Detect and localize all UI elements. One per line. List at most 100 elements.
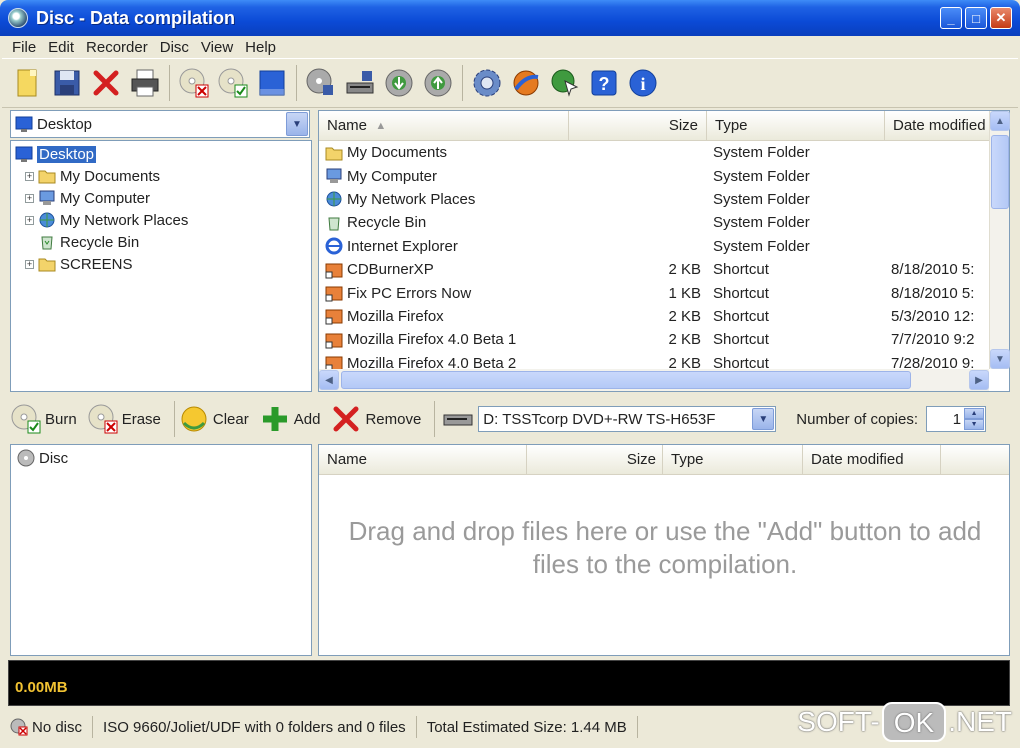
tree-item-my-documents[interactable]: + My Documents (11, 165, 311, 187)
menu-file[interactable]: File (6, 39, 42, 56)
scroll-thumb[interactable] (991, 135, 1009, 209)
help-icon[interactable]: ? (586, 65, 622, 101)
scroll-up-icon[interactable]: ▲ (990, 111, 1010, 131)
list-item[interactable]: My Network Places System Folder (319, 188, 1009, 211)
column-size[interactable]: Size (527, 445, 663, 474)
tree-item-label: My Documents (60, 167, 161, 185)
tree-item-recycle-bin[interactable]: Recycle Bin (11, 231, 311, 253)
tree-item-my-computer[interactable]: + My Computer (11, 187, 311, 209)
drive-select[interactable]: D: TSSTcorp DVD+-RW TS-H653F ▼ (478, 406, 777, 432)
clear-label: Clear (212, 410, 249, 428)
item-name: Fix PC Errors Now (347, 284, 472, 302)
chevron-down-icon[interactable]: ▼ (286, 112, 308, 136)
list-item[interactable]: Fix PC Errors Now 1 KB Shortcut 8/18/2010 5… (319, 281, 1009, 304)
web-update-icon[interactable] (508, 65, 544, 101)
minimize-button[interactable]: _ (940, 7, 962, 29)
web-help-icon[interactable] (547, 65, 583, 101)
shortcut-icon (325, 333, 343, 349)
item-name: My Documents (347, 144, 448, 162)
column-size[interactable]: Size (569, 111, 707, 140)
compilation-list[interactable]: Name Size Type Date modified Drag and dr… (318, 444, 1010, 656)
menu-view[interactable]: View (195, 39, 239, 56)
horizontal-scrollbar[interactable]: ◀ ▶ (319, 369, 989, 391)
column-type[interactable]: Type (663, 445, 803, 474)
tree-item-label: SCREENS (60, 255, 133, 273)
internet-explorer-icon (325, 237, 343, 255)
item-date: 5/3/2010 12: (891, 307, 975, 325)
location-combo[interactable]: Desktop ▼ (10, 110, 310, 138)
disc-info-icon[interactable] (303, 65, 339, 101)
write-image-icon[interactable] (420, 65, 456, 101)
save-icon[interactable] (49, 65, 85, 101)
column-name[interactable]: Name ▲ (319, 111, 569, 140)
tree-item-desktop[interactable]: Desktop (11, 143, 311, 165)
scroll-right-icon[interactable]: ▶ (969, 370, 989, 390)
svg-text:i: i (640, 74, 645, 94)
close-button[interactable]: ✕ (990, 7, 1012, 29)
app-icon (8, 8, 28, 28)
new-compilation-icon[interactable] (10, 65, 46, 101)
item-size: 2 KB (668, 261, 701, 279)
tree-item-screens[interactable]: + SCREENS (11, 253, 311, 275)
expand-icon[interactable]: + (25, 193, 34, 203)
menu-bar: File Edit Recorder Disc View Help (2, 36, 1018, 58)
desktop-icon (15, 116, 33, 132)
compilation-tree: Disc (10, 444, 312, 656)
list-item[interactable]: Mozilla Firefox 4.0 Beta 1 2 KB Shortcut 7/… (319, 328, 1009, 351)
menu-disc[interactable]: Disc (154, 39, 195, 56)
scroll-down-icon[interactable]: ▼ (990, 349, 1010, 369)
about-icon[interactable]: i (625, 65, 661, 101)
menu-edit[interactable]: Edit (42, 39, 80, 56)
copies-stepper[interactable]: 1 ▲ ▼ (926, 406, 987, 432)
column-date[interactable]: Date modified (803, 445, 941, 474)
tree-item-my-network-places[interactable]: + My Network Places (11, 209, 311, 231)
column-name[interactable]: Name (319, 445, 527, 474)
list-item[interactable]: Internet Explorer System Folder (319, 235, 1009, 258)
item-name: Internet Explorer (347, 237, 458, 255)
add-button[interactable]: Add (259, 403, 320, 435)
item-size: 2 KB (668, 331, 701, 349)
title-bar: Disc - Data compilation _ □ ✕ (0, 0, 1020, 36)
menu-recorder[interactable]: Recorder (80, 39, 154, 56)
column-date[interactable]: Date modified (885, 111, 989, 140)
chevron-down-icon[interactable]: ▼ (752, 408, 775, 430)
print-icon[interactable] (127, 65, 163, 101)
erase-button[interactable]: Erase (87, 403, 161, 435)
tree-item-label: Disc (39, 449, 69, 467)
delete-icon[interactable] (88, 65, 124, 101)
rip-audio-icon[interactable] (381, 65, 417, 101)
expand-icon[interactable]: + (25, 171, 34, 181)
list-item[interactable]: My Computer System Folder (319, 164, 1009, 187)
clear-button[interactable]: Clear (178, 403, 249, 435)
maximize-button[interactable]: □ (965, 7, 987, 29)
item-size: 1 KB (668, 284, 701, 302)
item-name: My Network Places (347, 190, 476, 208)
action-toolbar: Burn Erase Clear Add Remove D: TSSTcorp … (2, 398, 1018, 440)
list-item[interactable]: CDBurnerXP 2 KB Shortcut 8/18/2010 5: (319, 258, 1009, 281)
list-item[interactable]: Recycle Bin System Folder (319, 211, 1009, 234)
capacity-bar: 0.00MB (8, 660, 1010, 706)
column-type[interactable]: Type (707, 111, 885, 140)
remove-icon (333, 406, 359, 432)
vertical-scrollbar[interactable]: ▲ ▼ (989, 111, 1010, 369)
spin-down-icon[interactable]: ▼ (964, 419, 985, 430)
item-date: 8/18/2010 5: (891, 261, 975, 279)
expand-icon[interactable]: + (25, 259, 34, 269)
expand-icon[interactable]: + (25, 215, 34, 225)
item-type: System Folder (713, 190, 810, 208)
tree-item-disc[interactable]: Disc (11, 447, 311, 469)
select-icon[interactable] (254, 65, 290, 101)
scroll-left-icon[interactable]: ◀ (319, 370, 339, 390)
settings-icon[interactable] (469, 65, 505, 101)
drive-properties-icon[interactable] (342, 65, 378, 101)
spin-up-icon[interactable]: ▲ (964, 408, 985, 419)
item-name: My Computer (347, 167, 438, 185)
scroll-thumb[interactable] (341, 371, 911, 389)
remove-button[interactable]: Remove (330, 403, 421, 435)
list-item[interactable]: Mozilla Firefox 2 KB Shortcut 5/3/2010 12: (319, 305, 1009, 328)
burn-button[interactable]: Burn (10, 403, 77, 435)
list-item[interactable]: My Documents System Folder (319, 141, 1009, 164)
menu-help[interactable]: Help (239, 39, 282, 56)
erase-disc-icon[interactable] (176, 65, 212, 101)
burn-disc-icon[interactable] (215, 65, 251, 101)
